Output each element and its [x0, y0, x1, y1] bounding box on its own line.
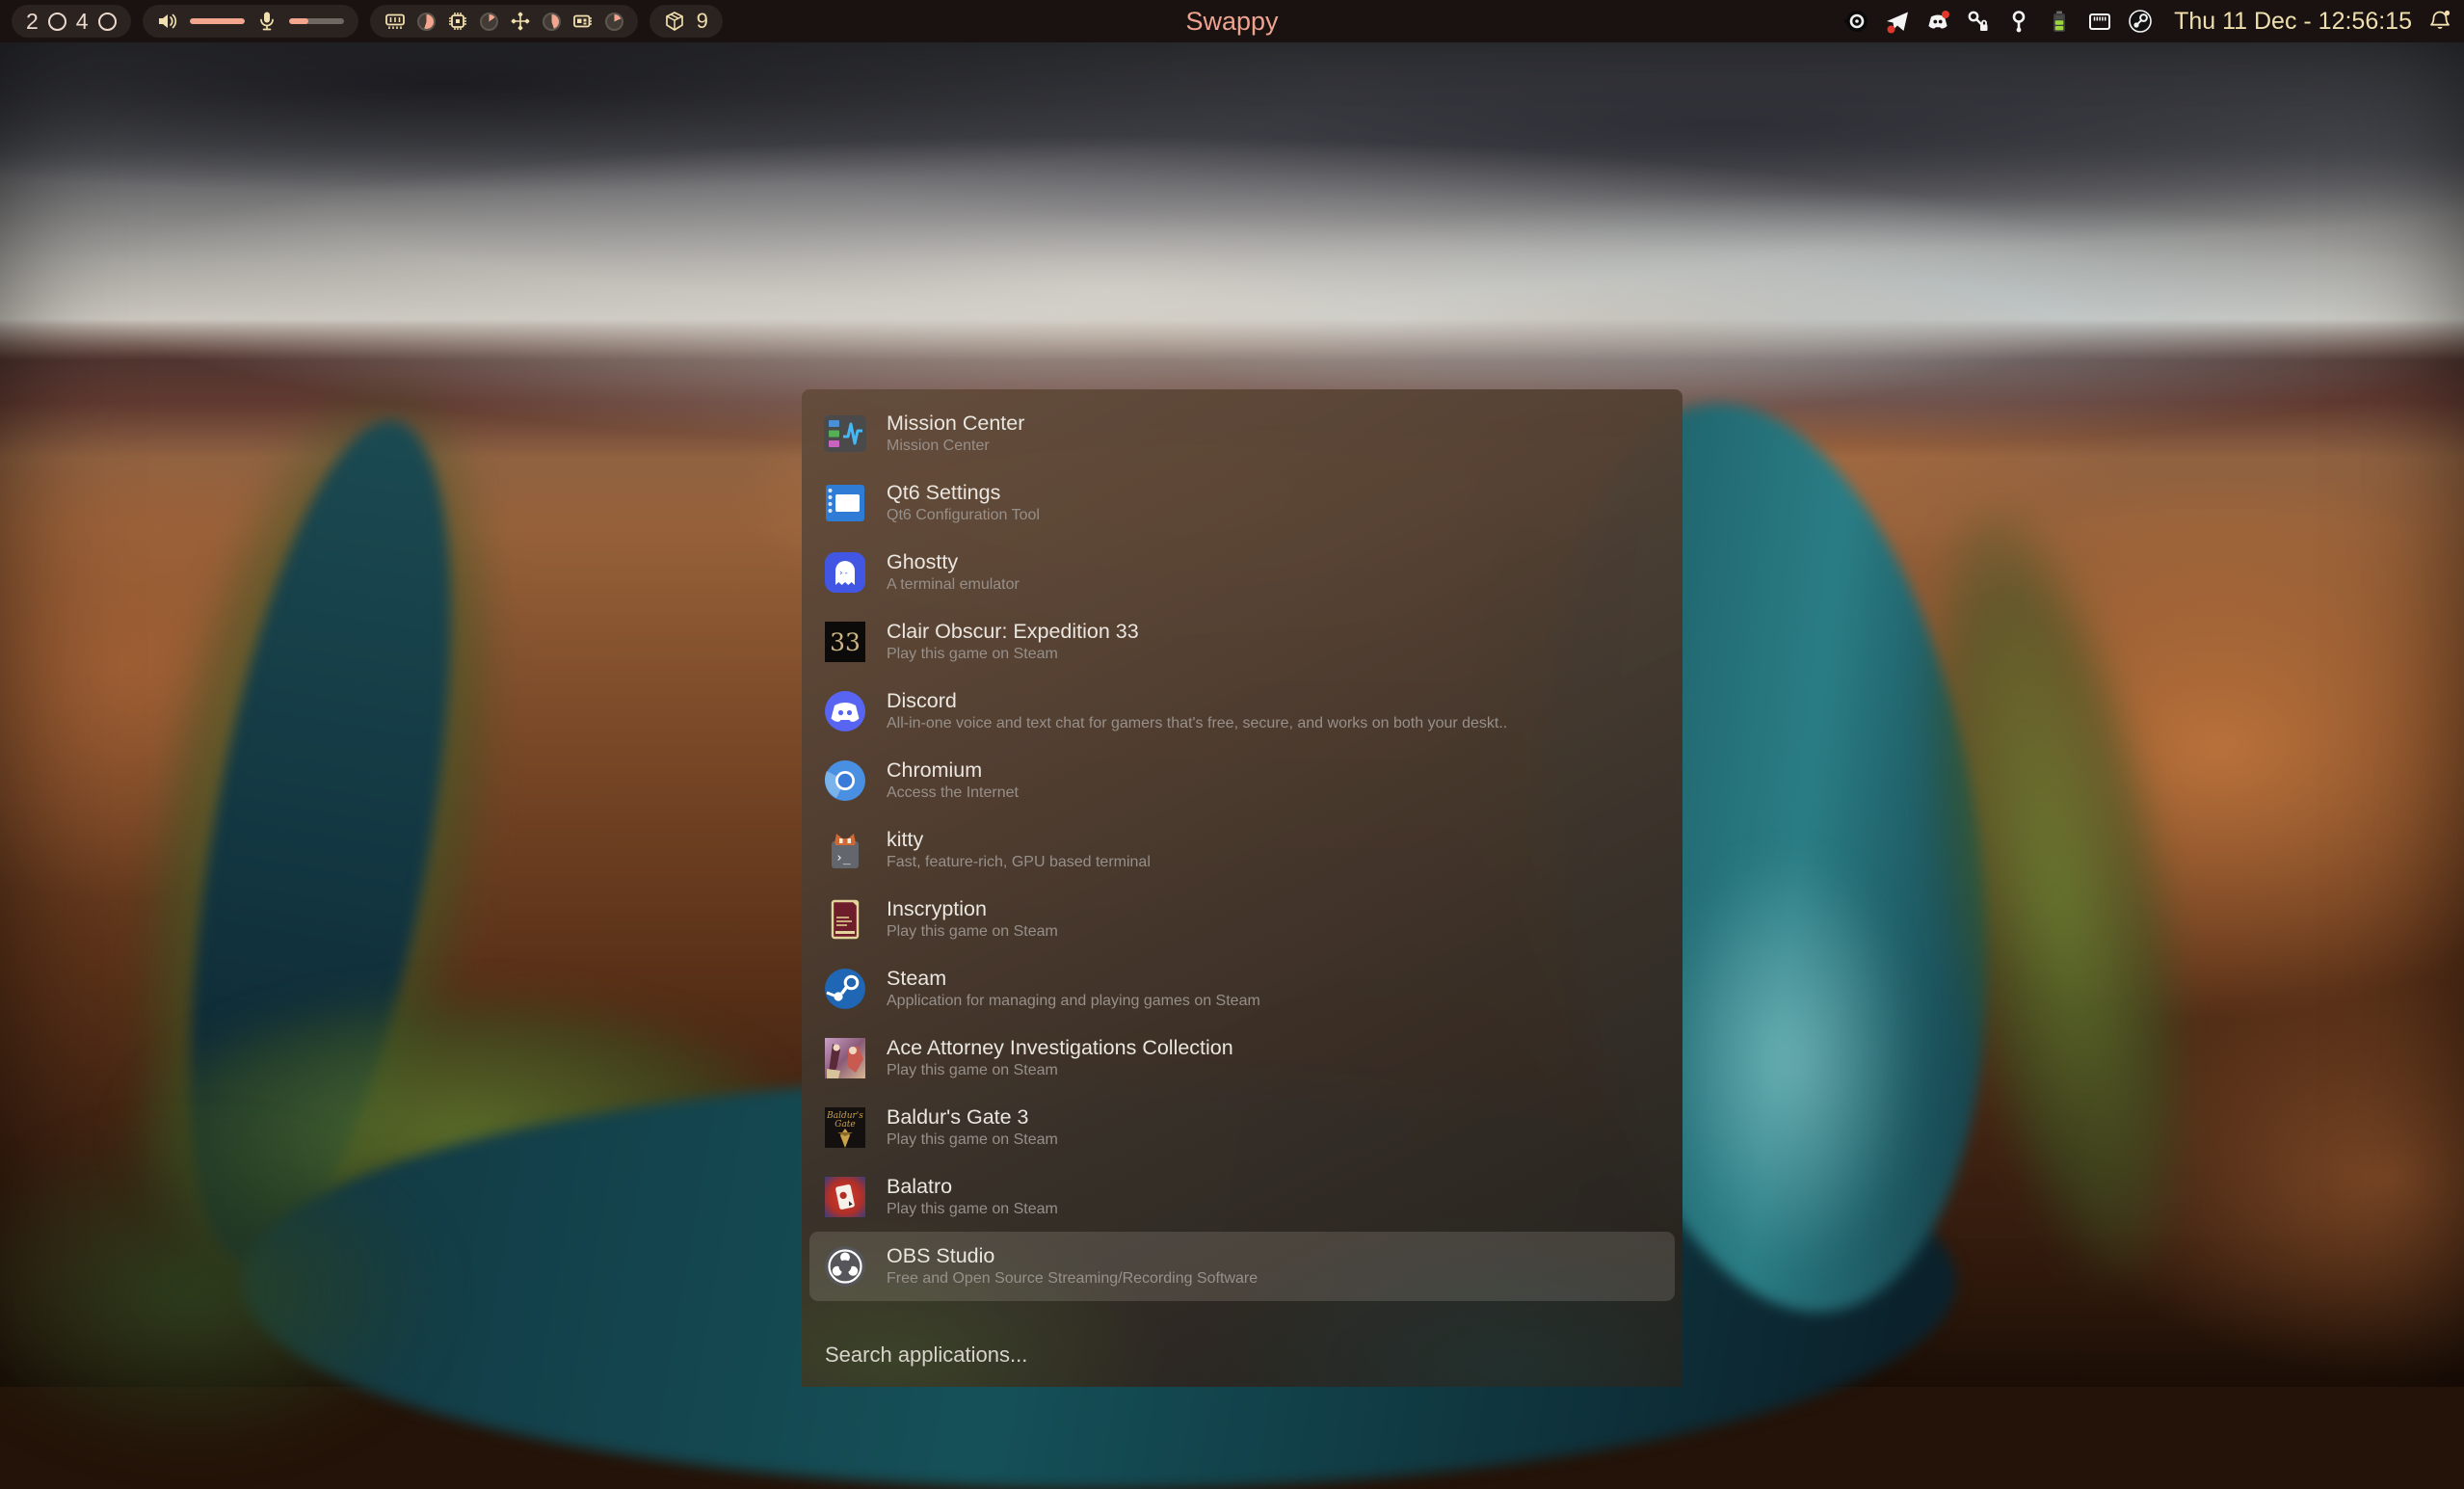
list-item[interactable]: Ace Attorney Investigations Collection P… [809, 1024, 1675, 1093]
vram-usage-pie [605, 13, 623, 31]
app-description: Play this game on Steam [887, 1130, 1058, 1151]
top-bar: 2 4 [0, 0, 2464, 42]
package-count: 9 [697, 9, 708, 34]
list-item[interactable]: OBS Studio Free and Open Source Streamin… [809, 1232, 1675, 1301]
app-description: Play this game on Steam [887, 1200, 1058, 1220]
kitty-icon: ›_ [823, 828, 867, 872]
mission-center-icon [823, 412, 867, 456]
system-monitor-module [370, 5, 638, 38]
package-icon [664, 11, 685, 32]
app-launcher: Mission Center Mission Center Qt6 Settin… [802, 389, 1682, 1387]
chromium-icon [823, 758, 867, 803]
list-item[interactable]: 33 Clair Obscur: Expedition 33 Play this… [809, 607, 1675, 677]
steam-tray-icon[interactable] [2128, 9, 2153, 34]
volume-slider[interactable] [190, 18, 245, 24]
svg-text:33: 33 [830, 628, 861, 656]
clair-obscur-icon: 33 [823, 620, 867, 664]
qt6-settings-icon [823, 481, 867, 525]
list-item[interactable]: Qt6 Settings Qt6 Configuration Tool [809, 468, 1675, 538]
gpu-icon [572, 11, 594, 32]
search-input[interactable] [823, 1337, 1656, 1373]
mic-slider-fill [289, 18, 308, 24]
app-description: Play this game on Steam [887, 1061, 1233, 1081]
app-name: Steam [887, 967, 1260, 992]
speaker-icon[interactable] [157, 11, 178, 32]
svg-text:›-: ›- [838, 569, 849, 578]
volume-slider-fill [190, 18, 245, 24]
app-description: Free and Open Source Streaming/Recording… [887, 1269, 1258, 1290]
package-updates-module[interactable]: 9 [649, 5, 723, 38]
app-name: Chromium [887, 758, 1019, 784]
svg-text:Gate: Gate [835, 1120, 856, 1130]
app-name: Ghostty [887, 550, 1020, 575]
key-icon[interactable] [1966, 9, 1991, 34]
list-item[interactable]: Baldur's Gate Baldur's Gate 3 Play this … [809, 1093, 1675, 1162]
app-description: Qt6 Configuration Tool [887, 506, 1040, 526]
balatro-icon [823, 1175, 867, 1219]
app-name: Inscryption [887, 897, 1058, 922]
list-item[interactable]: Mission Center Mission Center [809, 399, 1675, 468]
list-item[interactable]: Balatro Play this game on Steam [809, 1162, 1675, 1232]
microphone-icon[interactable] [256, 11, 278, 32]
app-description: A terminal emulator [887, 575, 1020, 596]
bell-icon[interactable] [2427, 9, 2452, 34]
ram-usage-pie [417, 13, 436, 31]
app-list: Mission Center Mission Center Qt6 Settin… [802, 399, 1682, 1301]
app-name: Ace Attorney Investigations Collection [887, 1036, 1233, 1061]
audio-module [143, 5, 358, 38]
battery-icon[interactable] [2047, 9, 2072, 34]
list-item[interactable]: Steam Application for managing and playi… [809, 954, 1675, 1024]
app-name: Clair Obscur: Expedition 33 [887, 620, 1139, 645]
svg-text:›_: ›_ [835, 851, 851, 865]
ethernet-icon[interactable] [2087, 9, 2112, 34]
steelseries-icon[interactable] [1844, 9, 1869, 34]
telegram-icon[interactable] [1885, 9, 1910, 34]
list-item[interactable]: ›- Ghostty A terminal emulator [809, 538, 1675, 607]
list-item[interactable]: Chromium Access the Internet [809, 746, 1675, 815]
app-name: Mission Center [887, 412, 1024, 437]
app-description: Play this game on Steam [887, 645, 1139, 665]
bar-right-modules: Thu 11 Dec - 12:56:15 [1844, 8, 2452, 36]
workspace-4[interactable]: 4 [76, 5, 89, 38]
keyring-icon[interactable] [2006, 9, 2031, 34]
workspace-2[interactable]: 2 [26, 5, 39, 38]
workspace-dot[interactable] [48, 13, 66, 31]
gpu-usage-pie [543, 13, 561, 31]
cpu-usage-pie [480, 13, 498, 31]
app-name: kitty [887, 828, 1151, 853]
app-description: Access the Internet [887, 784, 1019, 804]
fan-icon [510, 11, 531, 32]
clock[interactable]: Thu 11 Dec - 12:56:15 [2174, 8, 2412, 36]
ace-attorney-icon [823, 1036, 867, 1080]
obs-studio-icon [823, 1244, 867, 1289]
app-name: Discord [887, 689, 1507, 714]
workspace-dot[interactable] [98, 13, 117, 31]
discord-icon [823, 689, 867, 733]
workspace-indicator: 2 4 [12, 5, 131, 38]
app-description: Play this game on Steam [887, 922, 1058, 943]
list-item[interactable]: ›_ kitty Fast, feature-rich, GPU based t… [809, 815, 1675, 885]
app-name: Balatro [887, 1175, 1058, 1200]
mic-slider[interactable] [289, 18, 344, 24]
list-item[interactable]: Discord All-in-one voice and text chat f… [809, 677, 1675, 746]
inscryption-icon [823, 897, 867, 942]
app-description: Fast, feature-rich, GPU based terminal [887, 853, 1151, 873]
app-description: Application for managing and playing gam… [887, 992, 1260, 1012]
app-name: Baldur's Gate 3 [887, 1105, 1058, 1130]
cpu-icon [447, 11, 468, 32]
ghostty-icon: ›- [823, 550, 867, 595]
focused-window-title: Swappy [1185, 0, 1278, 42]
app-description: All-in-one voice and text chat for gamer… [887, 714, 1507, 734]
app-name: Qt6 Settings [887, 481, 1040, 506]
app-name: OBS Studio [887, 1244, 1258, 1269]
baldurs-gate-3-icon: Baldur's Gate [823, 1105, 867, 1150]
list-item[interactable]: Inscryption Play this game on Steam [809, 885, 1675, 954]
wallpaper-water-reflection [1657, 848, 1918, 1272]
discord-icon[interactable] [1925, 9, 1950, 34]
app-description: Mission Center [887, 437, 1024, 457]
bar-left-modules: 2 4 [12, 5, 723, 38]
ram-icon [384, 11, 406, 32]
steam-icon [823, 967, 867, 1011]
